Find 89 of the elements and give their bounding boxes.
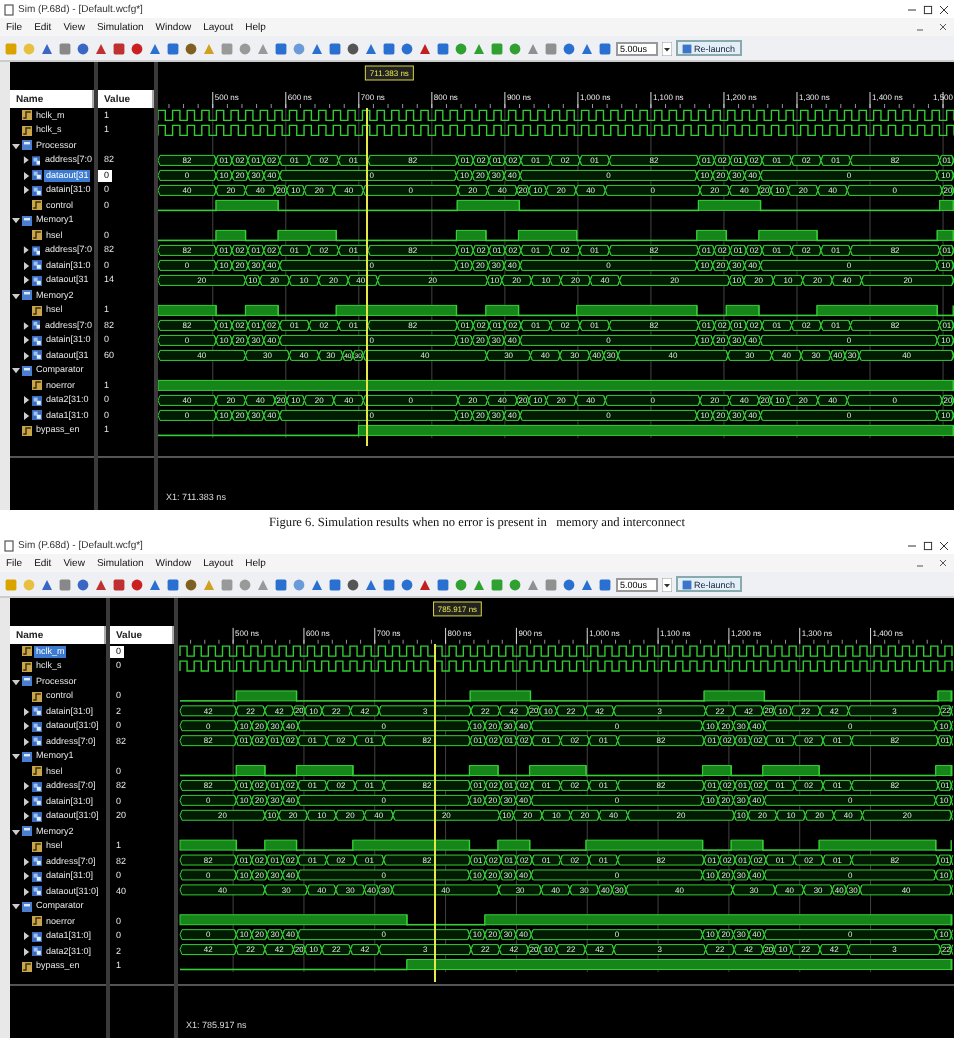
expand-arrow-icon[interactable] [22,797,30,806]
bus-signal-icon [32,170,42,181]
expand-arrow-icon[interactable] [22,336,30,345]
expand-arrow-icon[interactable] [22,351,30,360]
expand-arrow-icon[interactable] [12,827,20,836]
bus-signal-icon [32,275,42,286]
expand-arrow-icon[interactable] [12,366,20,375]
minimize-icon[interactable] [906,3,918,15]
app-icon [4,3,14,15]
expand-arrow-icon[interactable] [22,737,30,746]
expand-arrow-icon[interactable] [12,677,20,686]
maximize-icon[interactable] [922,3,934,15]
expand-arrow-icon[interactable] [22,722,30,731]
close-icon[interactable] [938,22,948,32]
bus-signal-icon [31,155,41,166]
bus-signal-icon [32,736,42,747]
close-icon[interactable] [938,539,950,551]
signal-icon [22,110,32,121]
bus-signal-icon [32,781,42,792]
cursor-line[interactable] [366,108,369,446]
module-icon [22,826,32,837]
bus-signal-icon [32,395,42,406]
relaunch-icon [682,43,692,53]
expand-arrow-icon[interactable] [22,321,30,330]
expand-arrow-icon[interactable] [22,276,30,285]
close-icon[interactable] [938,558,948,568]
expand-arrow-icon[interactable] [22,947,30,956]
bus-signal-icon [32,350,42,361]
bus-signal-icon [32,335,42,346]
maximize-icon[interactable] [922,539,934,551]
signal-icon [32,766,42,777]
bus-signal-icon [31,320,41,331]
module-icon [22,676,32,687]
module-icon [22,290,32,301]
close-icon[interactable] [938,3,950,15]
signal-icon [32,305,42,316]
signal-icon [22,125,32,136]
bus-signal-icon [32,886,42,897]
expand-arrow-icon[interactable] [22,156,30,165]
expand-arrow-icon[interactable] [22,261,30,270]
bus-signal-icon [32,721,42,732]
expand-arrow-icon[interactable] [22,186,30,195]
expand-arrow-icon[interactable] [12,291,20,300]
bus-signal-icon [32,410,42,421]
dropdown-caret-icon[interactable] [662,577,672,591]
signal-icon [22,961,32,972]
bus-signal-icon [32,811,42,822]
bus-signal-icon [31,245,41,256]
bus-signal-icon [32,260,42,271]
dropdown-caret-icon[interactable] [662,41,672,55]
expand-arrow-icon[interactable] [22,246,30,255]
expand-arrow-icon[interactable] [22,782,30,791]
expand-arrow-icon[interactable] [22,171,30,180]
signal-icon [22,425,32,436]
expand-arrow-icon[interactable] [12,902,20,911]
module-icon [22,901,32,912]
signal-icon [32,841,42,852]
bus-signal-icon [32,871,42,882]
expand-arrow-icon[interactable] [12,216,20,225]
expand-arrow-icon[interactable] [22,857,30,866]
expand-arrow-icon[interactable] [22,411,30,420]
expand-arrow-icon[interactable] [22,932,30,941]
expand-arrow-icon[interactable] [22,396,30,405]
expand-arrow-icon[interactable] [22,872,30,881]
module-icon [22,140,32,151]
minimize-icon[interactable] [906,539,918,551]
expand-arrow-icon[interactable] [12,141,20,150]
expand-arrow-icon[interactable] [22,812,30,821]
bus-signal-icon [32,946,42,957]
expand-arrow-icon[interactable] [22,707,30,716]
relaunch-icon [682,579,692,589]
signal-icon [22,646,32,657]
signal-icon [32,691,42,702]
expand-arrow-icon[interactable] [12,752,20,761]
bus-signal-icon [32,185,42,196]
bus-signal-icon [32,706,42,717]
module-icon [22,215,32,226]
module-icon [22,751,32,762]
expand-arrow-icon[interactable] [22,887,30,896]
app-icon [4,539,14,551]
signal-icon [32,200,42,211]
module-icon [22,365,32,376]
signal-icon [22,661,32,672]
signal-icon [32,230,42,241]
bus-signal-icon [32,856,42,867]
signal-icon [32,916,42,927]
bus-signal-icon [32,796,42,807]
bus-signal-icon [32,931,42,942]
signal-icon [32,380,42,391]
